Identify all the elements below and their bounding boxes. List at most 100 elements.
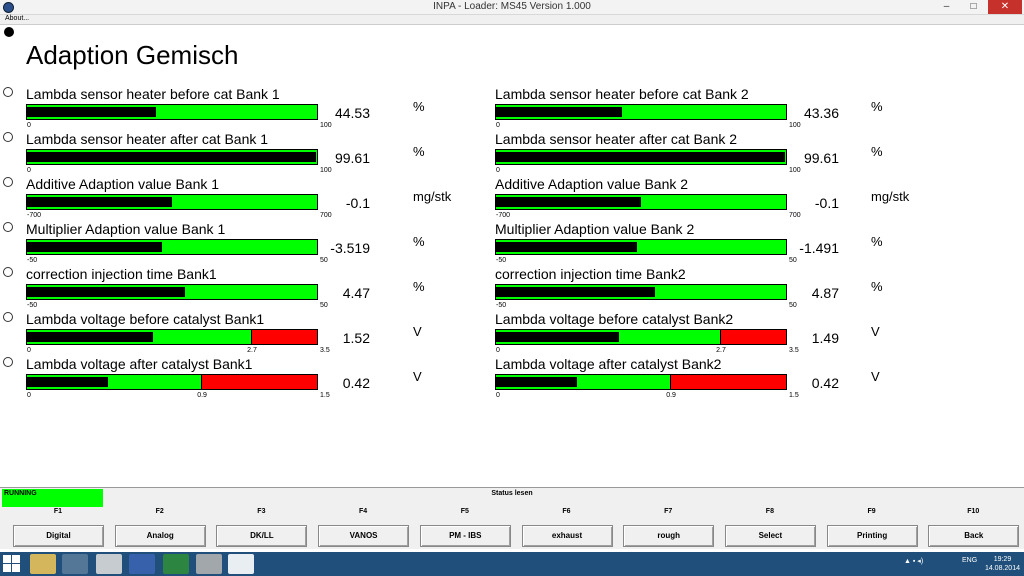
meter-max-tick: 1.5: [320, 392, 330, 399]
fkey-label: F3: [257, 508, 266, 515]
media-player-icon[interactable]: [62, 554, 88, 574]
meter-label: Lambda sensor heater before cat Bank 2: [495, 86, 749, 102]
fkey-button-analog[interactable]: Analog: [114, 525, 206, 547]
meter-min-tick: 0: [496, 167, 500, 174]
menu-bar: About...: [0, 15, 1024, 25]
meter-radio[interactable]: [3, 177, 13, 187]
fkey-button-dk-ll[interactable]: DK/LL: [216, 525, 308, 547]
clock-time: 19:29: [993, 556, 1012, 563]
fkey-button-rough[interactable]: rough: [623, 525, 715, 547]
fkey-label: F7: [664, 508, 673, 515]
meter-bar-fill: [496, 152, 785, 162]
meter-bar-fill: [496, 287, 656, 297]
meter-value: 43.36: [803, 105, 839, 121]
excel-icon[interactable]: [163, 554, 189, 574]
meter-bar-fill: [27, 242, 162, 252]
meter-value: 4.47: [342, 285, 370, 301]
meter-unit: %: [871, 279, 883, 294]
meter-label: Lambda sensor heater after cat Bank 1: [26, 131, 269, 147]
fkey-label: F5: [460, 508, 469, 515]
taskbar: ▲ ▪ ◂) ENG 19:29 14.08.2014: [0, 552, 1024, 576]
meter-label: Additive Adaption value Bank 2: [495, 176, 689, 192]
meter-label: Multiplier Adaption value Bank 1: [26, 221, 226, 237]
meter-unit: V: [871, 324, 880, 339]
meter-max-tick: 3.5: [789, 347, 799, 354]
meter-unit: %: [871, 99, 883, 114]
fkey-label: F9: [867, 508, 876, 515]
meter-bar: [495, 194, 787, 210]
status-lesen-label: Status lesen: [491, 490, 533, 497]
fkey-button-exhaust[interactable]: exhaust: [521, 525, 613, 547]
running-indicator: RUNNING: [2, 489, 103, 507]
meter-radio[interactable]: [3, 87, 13, 97]
fkey-button-back[interactable]: Back: [928, 525, 1020, 547]
meter-bar-fill: [27, 107, 157, 117]
meter-bar-fill: [496, 332, 620, 342]
meter-value: -0.1: [814, 195, 839, 211]
meter-bar-fill: [27, 152, 316, 162]
meter-bar: [495, 329, 787, 345]
meter-unit: %: [413, 279, 425, 294]
meter-min-tick: 0: [496, 392, 500, 399]
menu-about[interactable]: About...: [5, 15, 29, 22]
meter-label: Lambda sensor heater before cat Bank 1: [26, 86, 280, 102]
meter-value: 1.49: [811, 330, 839, 346]
meter-radio[interactable]: [3, 222, 13, 232]
meter-max-tick: 700: [320, 212, 332, 219]
meter-min-tick: 0: [496, 122, 500, 129]
meter-bar: [26, 104, 318, 120]
meter-min-tick: -700: [496, 212, 511, 219]
save-icon[interactable]: [129, 554, 155, 574]
meter-radio[interactable]: [3, 357, 13, 367]
meter-max-tick: 100: [789, 122, 801, 129]
meter-bar: [26, 284, 318, 300]
clock-date: 14.08.2014: [984, 565, 1020, 572]
fkey-button-pm-ibs[interactable]: PM - IBS: [419, 525, 511, 547]
meter-max-tick: 50: [320, 257, 328, 264]
meter-label: Multiplier Adaption value Bank 2: [495, 221, 695, 237]
meter-bar: [495, 104, 787, 120]
language-indicator[interactable]: ENG: [962, 557, 977, 564]
meter-max-tick: 100: [320, 167, 332, 174]
fkey-button-select[interactable]: Select: [724, 525, 816, 547]
meter-value: 44.53: [334, 105, 370, 121]
title-bar: INPA - Loader: MS45 Version 1.000 – □ ✕: [0, 0, 1024, 15]
meter-bar-fill: [27, 377, 109, 387]
fkey-button-printing[interactable]: Printing: [826, 525, 918, 547]
meter-radio[interactable]: [3, 312, 13, 322]
tool-icon[interactable]: [196, 554, 222, 574]
file-explorer-icon[interactable]: [30, 554, 56, 574]
meter-bar: [495, 284, 787, 300]
meter-bar-fill: [496, 377, 578, 387]
fkey-button-digital[interactable]: Digital: [13, 525, 104, 547]
chrome-icon[interactable]: [96, 554, 122, 574]
meter-min-tick: -50: [496, 257, 507, 264]
meter-bar-fill: [496, 197, 641, 207]
meter-label: correction injection time Bank2: [495, 266, 686, 282]
meter-mid-tick: 0.9: [666, 392, 676, 399]
meter-radio[interactable]: [3, 132, 13, 142]
meter-max-tick: 100: [320, 122, 332, 129]
clock[interactable]: 19:29 14.08.2014: [985, 555, 1020, 573]
meter-bar-fill: [496, 242, 637, 252]
meter-unit: V: [413, 324, 422, 339]
maximize-button[interactable]: □: [960, 0, 987, 14]
meter-mid-tick: 2.7: [247, 347, 257, 354]
fkey-label: F6: [562, 508, 571, 515]
tray-icons[interactable]: ▲ ▪ ◂): [904, 557, 923, 565]
meter-min-tick: -50: [27, 302, 38, 309]
meter-mid-tick: 2.7: [716, 347, 726, 354]
minimize-button[interactable]: –: [933, 0, 960, 14]
close-button[interactable]: ✕: [988, 0, 1022, 14]
bmw-icon[interactable]: [228, 554, 254, 574]
start-button[interactable]: [3, 555, 21, 573]
meter-bar-fill: [27, 197, 172, 207]
page-title: Adaption Gemisch: [26, 40, 239, 70]
meter-max-tick: 1.5: [789, 392, 799, 399]
meter-unit: %: [871, 144, 883, 159]
meter-unit: %: [871, 234, 883, 249]
meter-unit: V: [413, 369, 422, 384]
meter-radio[interactable]: [3, 267, 13, 277]
meter-bar-fill: [27, 287, 185, 297]
fkey-button-vanos[interactable]: VANOS: [318, 525, 410, 547]
